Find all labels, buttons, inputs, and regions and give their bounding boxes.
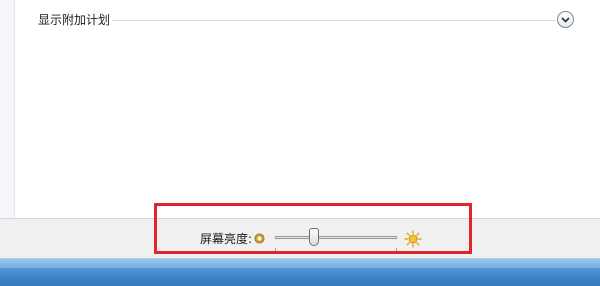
expand-plans-button[interactable] bbox=[557, 11, 574, 28]
section-divider bbox=[112, 20, 556, 21]
taskbar bbox=[0, 258, 600, 286]
chevron-down-icon bbox=[561, 17, 570, 23]
left-panel-edge bbox=[0, 0, 15, 218]
highlight-annotation-box bbox=[154, 203, 472, 254]
taskbar-shine bbox=[0, 259, 600, 268]
show-additional-plans-label[interactable]: 显示附加计划 bbox=[38, 12, 110, 28]
